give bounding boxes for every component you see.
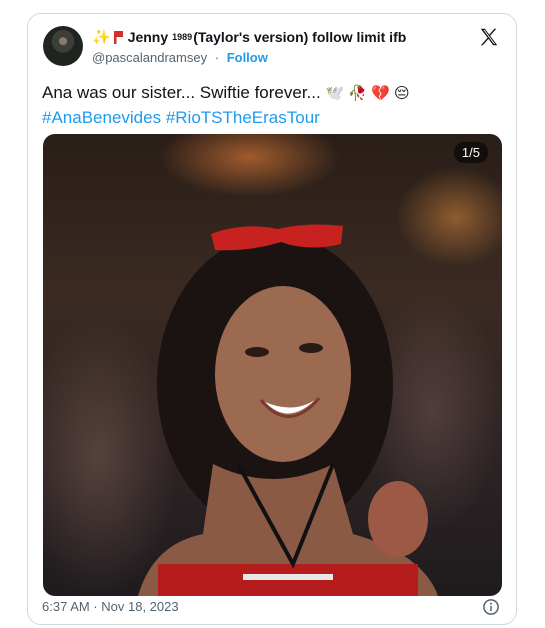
handle-row: @pascalandramsey · Follow (92, 50, 268, 65)
author-handle[interactable]: @pascalandramsey (92, 50, 207, 65)
display-name[interactable]: Jenny (128, 29, 168, 45)
separator-dot: · (214, 50, 220, 65)
tweet-card[interactable]: ✨ Jenny 1989 (Taylor's version) follow l… (27, 13, 517, 625)
tweet-timestamp[interactable]: 6:37 AM · Nov 18, 2023 (42, 599, 179, 614)
author-name-row[interactable]: ✨ Jenny 1989 (Taylor's version) follow l… (92, 28, 406, 46)
red-flag-icon (113, 30, 123, 44)
photo-counter: 1/5 (453, 142, 488, 163)
tweet-body: Ana was our sister... Swiftie forever... (42, 83, 321, 102)
photo-illustration (138, 224, 438, 596)
tweet-photo[interactable]: 1/5 (43, 134, 502, 596)
display-name-rest[interactable]: (Taylor's version) follow limit ifb (193, 29, 406, 45)
info-icon[interactable] (482, 598, 500, 616)
x-logo-icon[interactable] (478, 26, 500, 48)
display-name-superscript: 1989 (172, 32, 193, 42)
follow-button[interactable]: Follow (227, 50, 268, 65)
avatar[interactable] (43, 26, 83, 66)
sparkles-icon: ✨ (92, 29, 111, 46)
tweet-emojis: 🕊️ 🥀 💔 😔 (325, 85, 410, 102)
tweet-text: Ana was our sister... Swiftie forever...… (42, 81, 502, 130)
hashtags[interactable]: #AnaBenevides #RioTSTheErasTour (42, 106, 502, 130)
